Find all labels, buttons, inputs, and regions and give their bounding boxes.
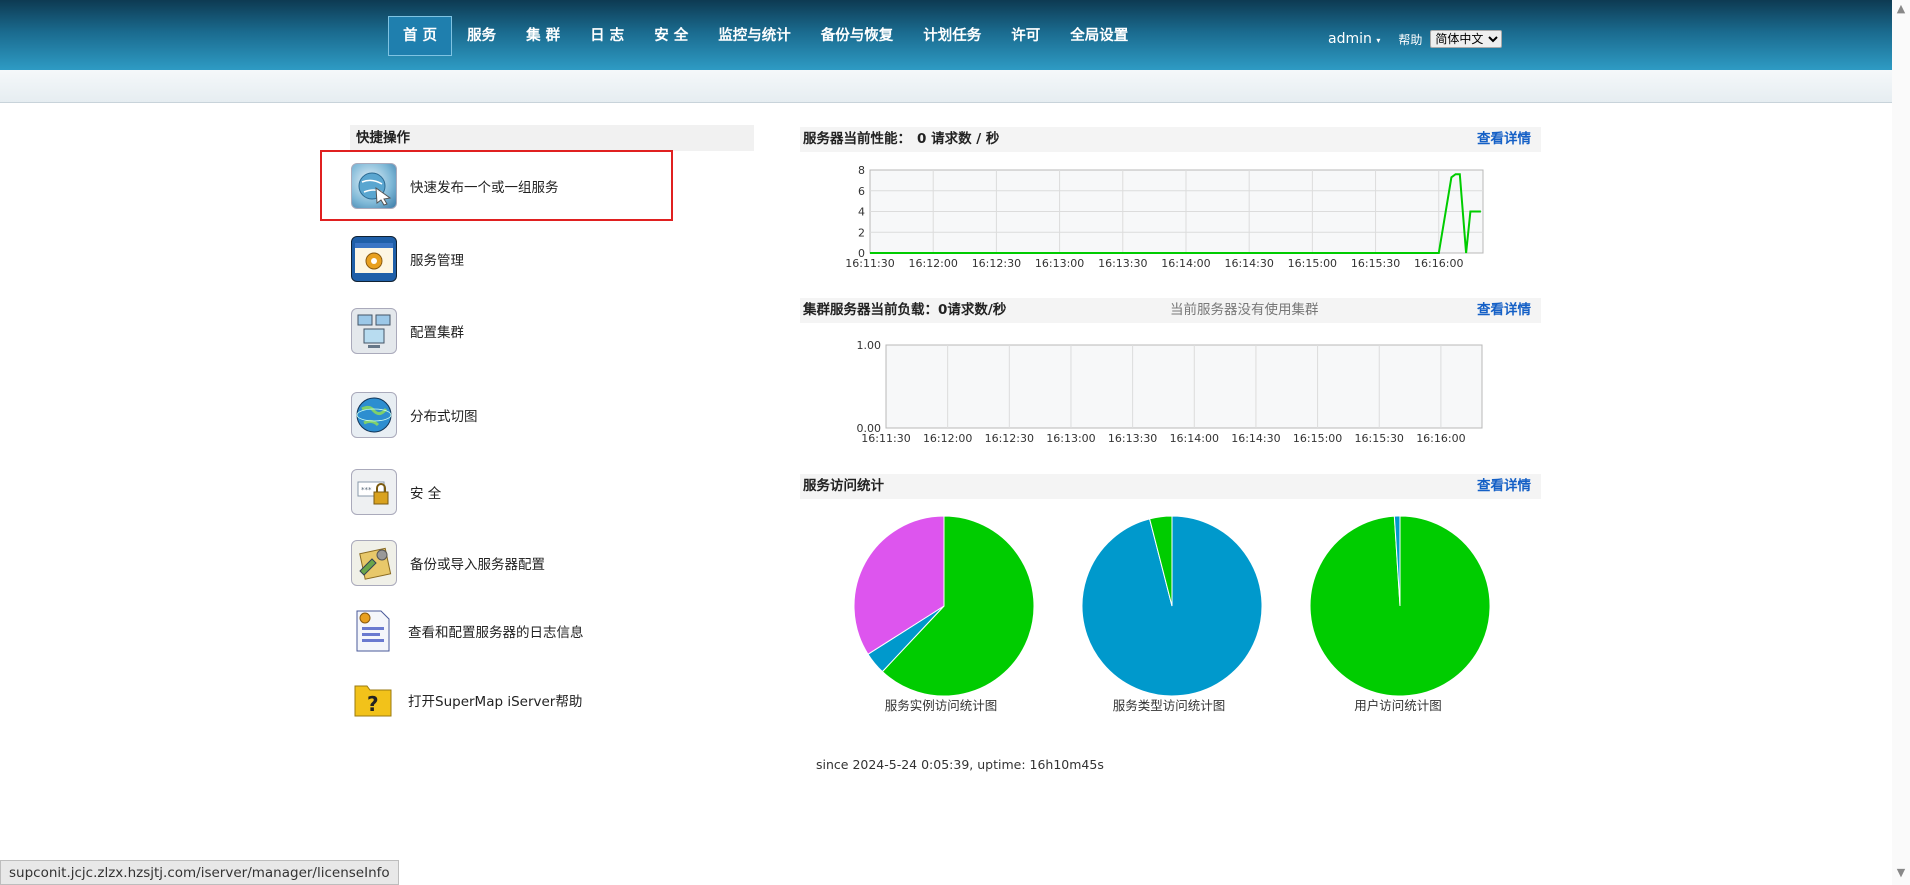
help-link[interactable]: 帮助 (1398, 31, 1422, 48)
y-tick-label: 6 (858, 185, 865, 198)
cluster-detail-link[interactable]: 查看详情 (1477, 298, 1531, 323)
nav-global-settings[interactable]: 全局设置 (1055, 16, 1143, 56)
x-tick-label: 16:14:00 (1161, 257, 1210, 270)
pie-label: 用户访问统计图 (1354, 698, 1442, 713)
x-tick-label: 16:13:30 (1098, 257, 1147, 270)
main-nav: 首 页 服务 集 群 日 志 安 全 监控与统计 备份与恢复 计划任务 许可 全… (388, 16, 1143, 56)
perf-line-chart: 16:11:30 16:12:00 16:12:30 16:13:00 16:13:30… (845, 164, 1484, 270)
nav-security[interactable]: 安 全 (639, 16, 703, 56)
x-tick-label: 16:12:00 (908, 257, 957, 270)
y-tick-label: 0 (858, 247, 865, 260)
vertical-scrollbar[interactable] (1892, 0, 1910, 885)
y-tick-label: 1.00 (857, 339, 882, 352)
nav-monitoring[interactable]: 监控与统计 (703, 16, 806, 56)
x-tick-label: 16:15:30 (1351, 257, 1400, 270)
quick-item-label: 快速发布一个或一组服务 (410, 180, 559, 196)
cluster-line-chart: 16:11:30 16:12:00 16:12:30 16:13:00 16:13:30… (857, 339, 1483, 445)
nav-license[interactable]: 许可 (996, 16, 1055, 56)
log-icon (351, 609, 395, 653)
sub-bar (0, 70, 1892, 103)
quick-item-help[interactable]: ? 打开SuperMap iServer帮助 (351, 678, 582, 722)
perf-value: 0 请求数 / 秒 (917, 131, 1000, 147)
language-select[interactable]: 简体中文 (1430, 30, 1503, 48)
perf-title: 服务器当前性能： (803, 131, 911, 147)
uptime-text: since 2024-5-24 0:05:39, uptime: 16h10m4… (816, 757, 1104, 772)
quick-item-label: 备份或导入服务器配置 (410, 557, 545, 573)
pie-label: 服务实例访问统计图 (884, 698, 998, 713)
cluster-value: 0请求数/秒 (938, 302, 1007, 318)
quick-item-security[interactable]: *** 安 全 (351, 469, 441, 515)
x-tick-label: 16:15:00 (1293, 432, 1342, 445)
scroll-up-icon[interactable]: ▲ (1892, 2, 1910, 15)
quick-item-label: 查看和配置服务器的日志信息 (408, 625, 584, 641)
quick-item-label: 打开SuperMap iServer帮助 (408, 694, 583, 710)
nav-services[interactable]: 服务 (452, 16, 511, 56)
nav-backup[interactable]: 备份与恢复 (806, 16, 909, 56)
user-area: admin ▾ 帮助 简体中文 (1328, 30, 1503, 48)
x-tick-label: 16:12:30 (972, 257, 1021, 270)
quick-item-tiling[interactable]: 分布式切图 (351, 392, 478, 438)
quick-item-cluster[interactable]: 配置集群 (351, 308, 464, 354)
quick-item-publish[interactable]: 快速发布一个或一组服务 (351, 163, 559, 209)
security-icon: *** (351, 469, 397, 515)
nav-log[interactable]: 日 志 (575, 16, 639, 56)
help-icon: ? (351, 678, 395, 722)
svg-text:***: *** (361, 486, 372, 494)
user-access-pie (1309, 515, 1491, 697)
perf-detail-link[interactable]: 查看详情 (1477, 127, 1531, 152)
caret-down-icon: ▾ (1376, 36, 1381, 45)
cluster-note: 当前服务器没有使用集群 (1170, 302, 1319, 318)
x-tick-label: 16:15:30 (1355, 432, 1404, 445)
publish-icon (351, 163, 397, 209)
cluster-panel-header: 集群服务器当前负载：0请求数/秒 当前服务器没有使用集群 查看详情 (800, 298, 1541, 323)
quick-item-service-manage[interactable]: 服务管理 (351, 236, 464, 282)
quick-item-label: 分布式切图 (410, 409, 478, 425)
status-bar-url: supconit.jcjc.zlzx.hzsjtj.com/iserver/ma… (0, 860, 399, 885)
stats-title: 服务访问统计 (803, 478, 884, 494)
nav-scheduled-tasks[interactable]: 计划任务 (908, 16, 996, 56)
top-nav-bar: 首 页 服务 集 群 日 志 安 全 监控与统计 备份与恢复 计划任务 许可 全… (0, 0, 1892, 70)
stats-panel-header: 服务访问统计 查看详情 (800, 474, 1541, 499)
y-tick-label: 0.00 (857, 422, 882, 435)
y-tick-label: 8 (858, 164, 865, 177)
x-tick-label: 16:12:30 (985, 432, 1034, 445)
globe-icon (351, 392, 397, 438)
cluster-icon (351, 308, 397, 354)
service-instance-pie (853, 515, 1035, 697)
x-tick-label: 16:13:30 (1108, 432, 1157, 445)
quick-item-label: 服务管理 (410, 253, 464, 269)
x-tick-label: 16:16:00 (1414, 257, 1463, 270)
service-type-pie (1081, 515, 1263, 697)
pie-label: 服务类型访问统计图 (1112, 698, 1226, 713)
x-tick-label: 16:14:30 (1224, 257, 1273, 270)
quick-item-log[interactable]: 查看和配置服务器的日志信息 (351, 609, 584, 653)
quick-item-label: 安 全 (410, 486, 442, 502)
backup-icon (351, 540, 397, 586)
user-name: admin (1328, 31, 1372, 47)
stats-detail-link[interactable]: 查看详情 (1477, 474, 1531, 499)
x-tick-label: 16:13:00 (1035, 257, 1084, 270)
svg-text:?: ? (367, 692, 379, 716)
cluster-title: 集群服务器当前负载： (803, 302, 938, 318)
user-menu[interactable]: admin ▾ (1328, 31, 1380, 47)
x-tick-label: 16:16:00 (1416, 432, 1465, 445)
x-tick-label: 16:14:30 (1231, 432, 1280, 445)
x-tick-label: 16:14:00 (1170, 432, 1219, 445)
service-manage-icon (351, 236, 397, 282)
quick-item-label: 配置集群 (410, 325, 464, 341)
y-tick-label: 4 (858, 206, 865, 219)
y-tick-label: 2 (858, 226, 865, 239)
x-tick-label: 16:15:00 (1288, 257, 1337, 270)
x-tick-label: 16:11:30 (845, 257, 894, 270)
x-tick-label: 16:13:00 (1046, 432, 1095, 445)
scroll-down-icon[interactable]: ▼ (1892, 866, 1910, 879)
perf-panel-header: 服务器当前性能： 0 请求数 / 秒 查看详情 (800, 127, 1541, 152)
x-tick-label: 16:12:00 (923, 432, 972, 445)
plot-area (885, 344, 1483, 429)
nav-cluster[interactable]: 集 群 (511, 16, 575, 56)
quick-item-backup[interactable]: 备份或导入服务器配置 (351, 540, 545, 586)
nav-home[interactable]: 首 页 (388, 16, 453, 56)
quick-ops-title: 快捷操作 (350, 125, 754, 151)
